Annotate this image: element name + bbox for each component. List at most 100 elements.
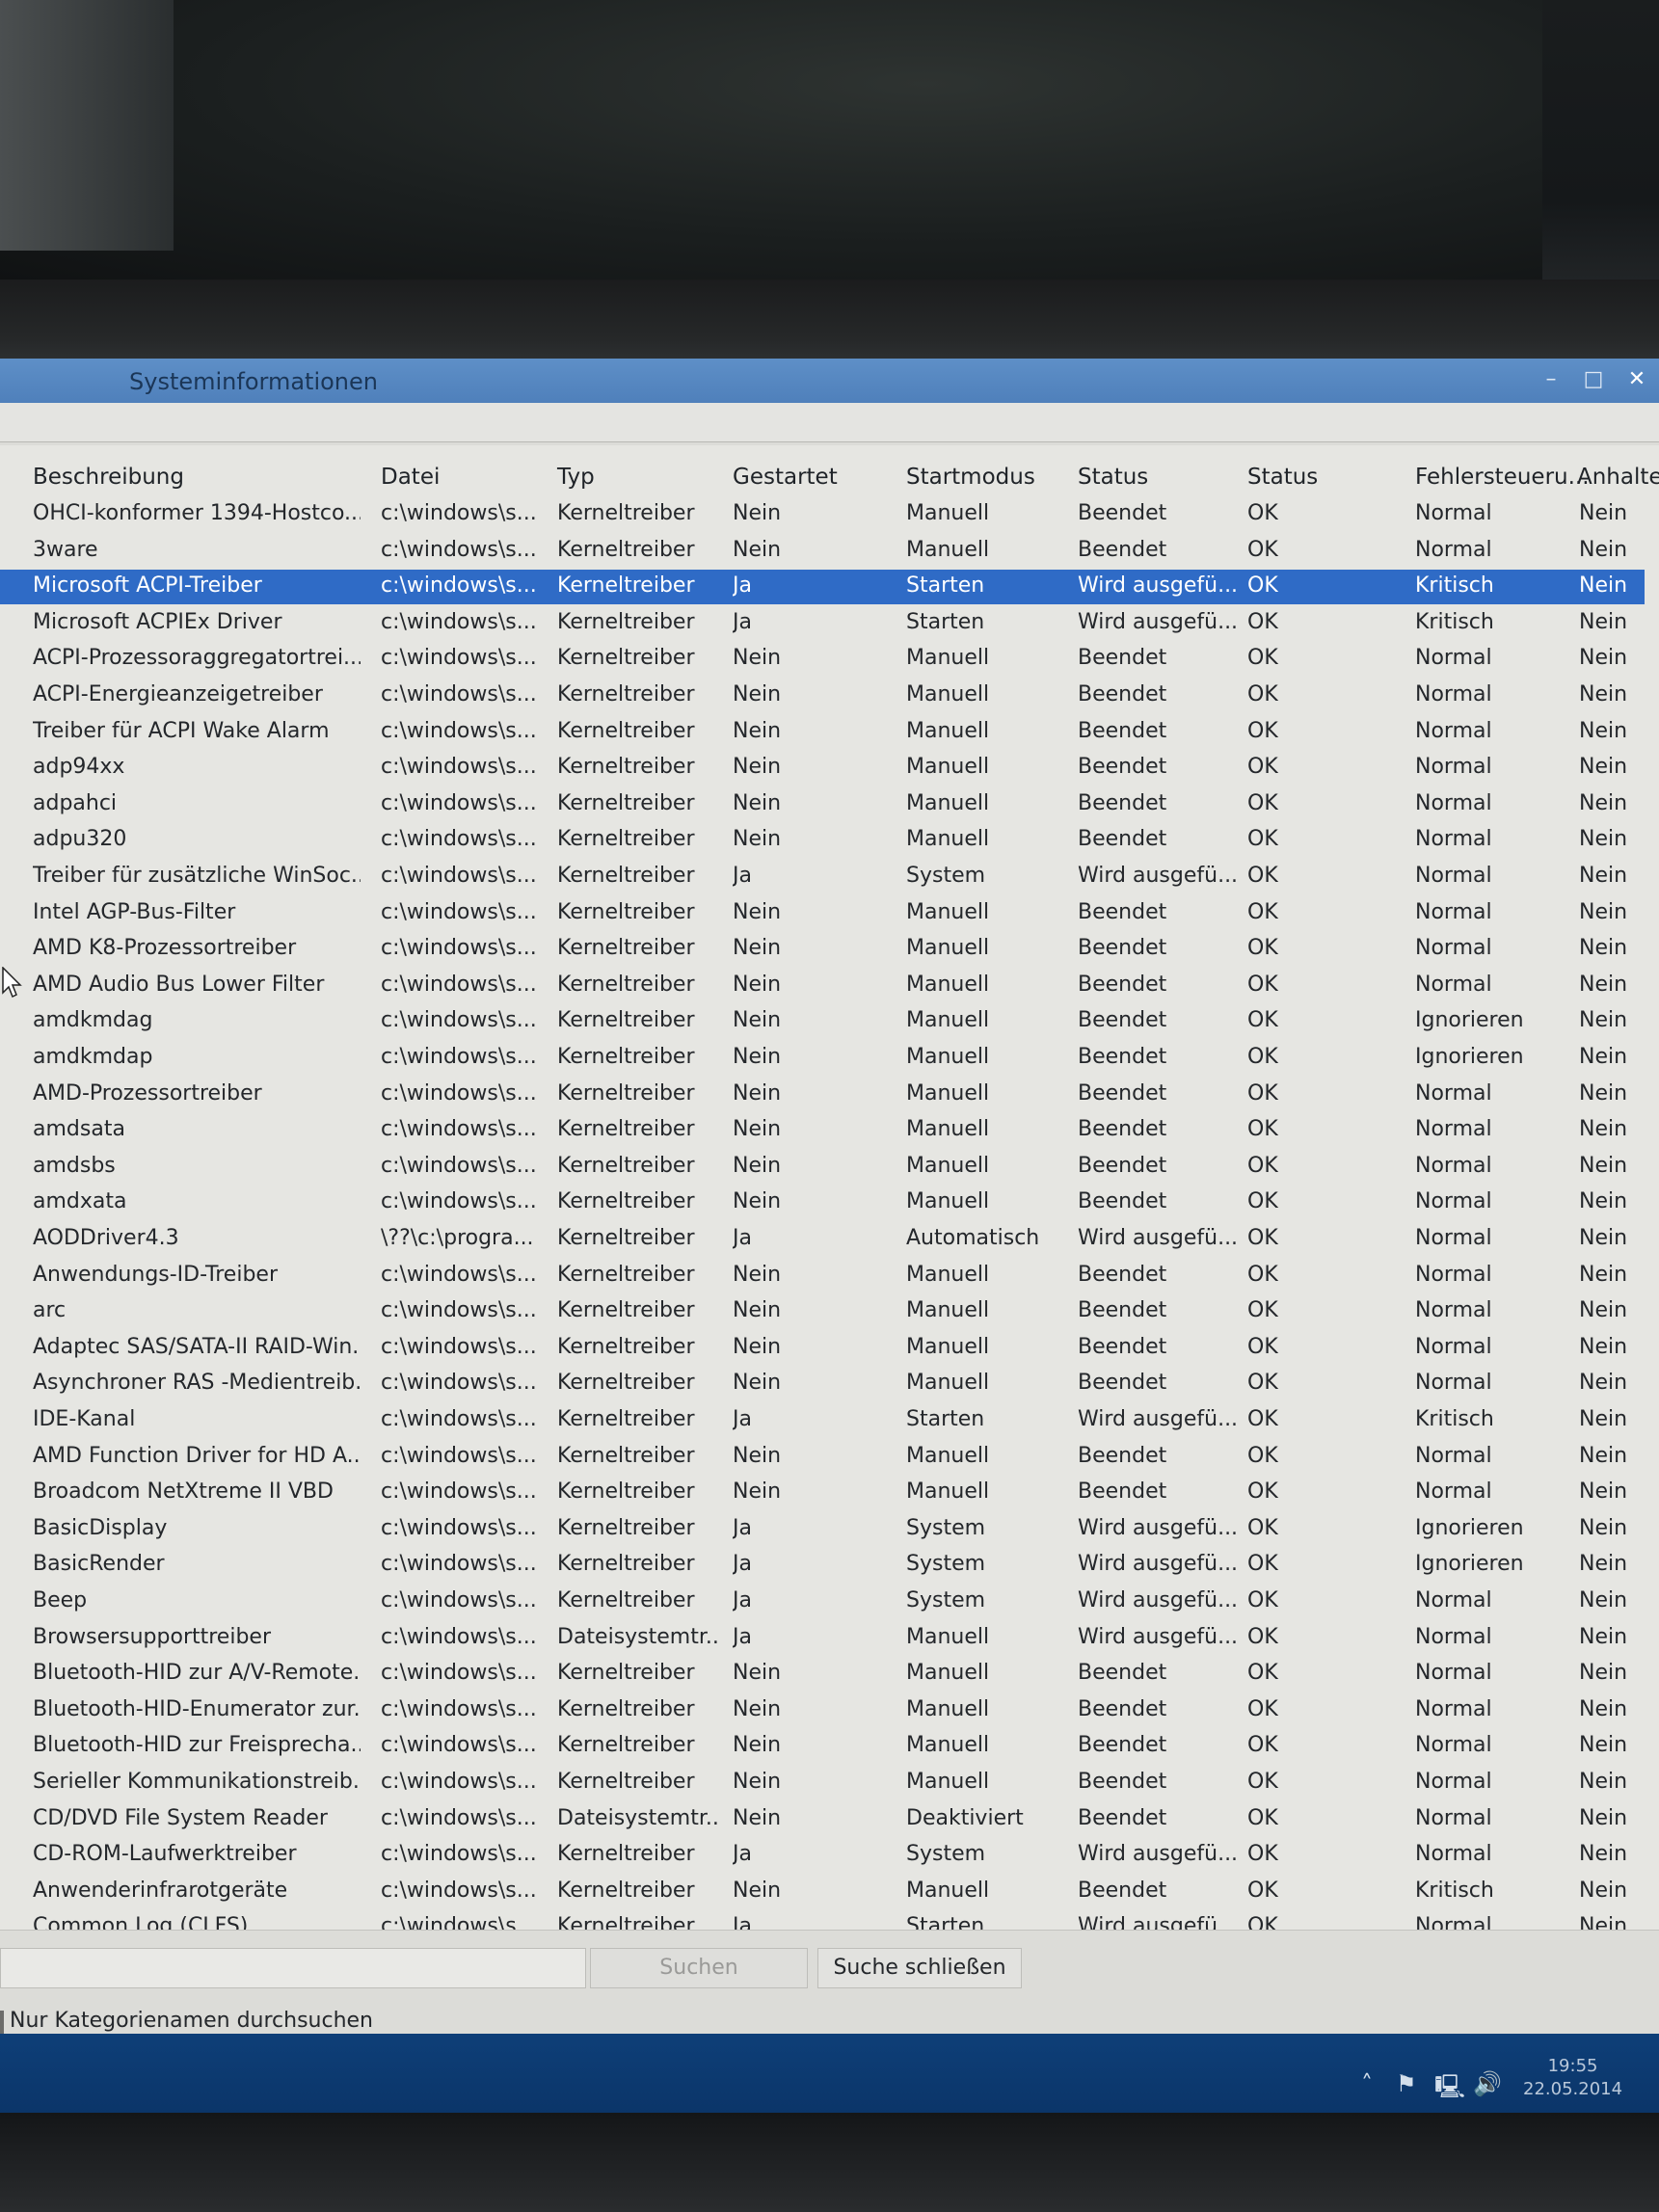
table-row[interactable]: arc c:\windows\s... Kerneltreiber Nein Manue… [0, 1294, 1659, 1329]
column-header-beschreibung[interactable]: Beschreibung [33, 465, 184, 490]
table-row[interactable]: Broadcom NetXtreme II VBD c:\windows\s...… [0, 1476, 1659, 1510]
table-row[interactable]: Bluetooth-HID zur Freisprecha... c:\windo… [0, 1729, 1659, 1764]
table-row[interactable]: Adaptec SAS/SATA-II RAID-Win... c:\window… [0, 1331, 1659, 1366]
table-row[interactable]: amdsbs c:\windows\s... Kerneltreiber Nein Ma… [0, 1150, 1659, 1185]
table-row[interactable]: OHCI-konformer 1394-Hostco... c:\windows\… [0, 497, 1659, 532]
column-header-anhalten[interactable]: Anhalte [1577, 465, 1659, 490]
cell-beschreibung: AMD-Prozessortreiber [33, 1081, 262, 1106]
column-header-fehlersteuerung[interactable]: Fehlersteueru... [1415, 465, 1590, 490]
table-row[interactable]: adp94xx c:\windows\s... Kerneltreiber Nein M… [0, 751, 1659, 786]
column-header-status-2[interactable]: Status [1247, 465, 1318, 490]
table-row[interactable]: ACPI-Prozessoraggregatortrei... c:\window… [0, 642, 1659, 677]
cell-status: Wird ausgefü... [1078, 610, 1239, 634]
cell-typ: Kerneltreiber [557, 1552, 695, 1576]
table-row[interactable]: 3ware c:\windows\s... Kerneltreiber Nein Man… [0, 534, 1659, 569]
cell-gestartet: Ja [733, 573, 752, 598]
cell-status-2: OK [1247, 1625, 1278, 1649]
table-row[interactable]: Treiber für ACPI Wake Alarm c:\windows\s.… [0, 715, 1659, 750]
table-row[interactable]: IDE-Kanal c:\windows\s... Kerneltreiber Ja S… [0, 1403, 1659, 1438]
cell-datei: c:\windows\s... [381, 1661, 537, 1685]
table-row[interactable]: amdkmdap c:\windows\s... Kerneltreiber Nein… [0, 1041, 1659, 1076]
column-header-status[interactable]: Status [1078, 465, 1148, 490]
table-row[interactable]: AMD Function Driver for HD A... c:\window… [0, 1440, 1659, 1475]
table-row[interactable]: Intel AGP-Bus-Filter c:\windows\s... Kerne… [0, 896, 1659, 931]
table-row[interactable]: BasicDisplay c:\windows\s... Kerneltreiber… [0, 1512, 1659, 1547]
cell-startmodus: Manuell [906, 719, 990, 743]
table-row[interactable]: AMD K8-Prozessortreiber c:\windows\s... Ke… [0, 932, 1659, 967]
cell-status: Beendet [1078, 646, 1167, 670]
cell-status: Beendet [1078, 1335, 1167, 1359]
table-row[interactable]: Bluetooth-HID zur A/V-Remote... c:\window… [0, 1657, 1659, 1692]
table-row[interactable]: Asynchroner RAS -Medientreib... c:\window… [0, 1367, 1659, 1401]
table-row[interactable]: ACPI-Energieanzeigetreiber c:\windows\s..… [0, 679, 1659, 713]
cell-anhalten: Nein [1579, 1914, 1628, 1930]
table-row[interactable]: Microsoft ACPI-Treiber c:\windows\s... Ker… [0, 570, 1659, 604]
cell-datei: c:\windows\s... [381, 1806, 537, 1830]
monitor-bezel-bottom [0, 2113, 1659, 2212]
cell-status-2: OK [1247, 1189, 1278, 1213]
cell-beschreibung: ACPI-Energieanzeigetreiber [33, 682, 323, 706]
cell-beschreibung: IDE-Kanal [33, 1407, 136, 1431]
maximize-button[interactable]: □ [1571, 359, 1616, 403]
volume-icon[interactable]: 🔊 [1473, 2070, 1502, 2097]
action-center-flag-icon[interactable]: ⚑ [1396, 2070, 1417, 2097]
table-row[interactable]: Browsersupporttreiber c:\windows\s... Date… [0, 1621, 1659, 1656]
table-row[interactable]: adpu320 c:\windows\s... Kerneltreiber Nein M… [0, 823, 1659, 858]
table-row[interactable]: Beep c:\windows\s... Kerneltreiber Ja System… [0, 1585, 1659, 1619]
show-hidden-icons-icon[interactable]: ˄ [1361, 2070, 1373, 2097]
cell-startmodus: Starten [906, 573, 985, 598]
column-header-startmodus[interactable]: Startmodus [906, 465, 1035, 490]
table-row[interactable]: Microsoft ACPIEx Driver c:\windows\s... Ke… [0, 606, 1659, 641]
driver-list[interactable]: Beschreibung Datei Typ Gestartet Startmo… [0, 445, 1659, 1930]
cell-beschreibung: Intel AGP-Bus-Filter [33, 900, 236, 924]
clock[interactable]: 19:55 22.05.2014 [1523, 2055, 1622, 2101]
cell-gestartet: Nein [733, 1371, 782, 1395]
cell-fehlersteuerung: Normal [1415, 682, 1492, 706]
table-row[interactable]: Serieller Kommunikationstreib... c:\windo… [0, 1766, 1659, 1800]
cell-anhalten: Nein [1579, 538, 1628, 562]
table-row[interactable]: adpahci c:\windows\s... Kerneltreiber Nein M… [0, 787, 1659, 822]
table-row[interactable]: amdxata c:\windows\s... Kerneltreiber Nein M… [0, 1186, 1659, 1220]
table-row[interactable]: Common Log (CLFS) c:\windows\s... Kerneltr… [0, 1910, 1659, 1930]
table-row[interactable]: Anwendungs-ID-Treiber c:\windows\s... Kern… [0, 1259, 1659, 1293]
cell-status-2: OK [1247, 1045, 1278, 1069]
window-titlebar[interactable]: Systeminformationen – □ ✕ [0, 359, 1659, 403]
close-search-button[interactable]: Suche schließen [817, 1948, 1022, 1988]
table-row[interactable]: AODDriver4.3 \??\c:\progra... Kerneltreibe… [0, 1222, 1659, 1257]
network-icon[interactable]: 🖳 [1434, 2070, 1465, 2110]
table-row[interactable]: Treiber für zusätzliche WinSoc... c:\wind… [0, 860, 1659, 894]
column-header-datei[interactable]: Datei [381, 465, 440, 490]
close-button[interactable]: ✕ [1615, 359, 1659, 403]
minimize-button[interactable]: – [1529, 359, 1573, 403]
cell-datei: c:\windows\s... [381, 864, 537, 888]
column-header-gestartet[interactable]: Gestartet [733, 465, 838, 490]
table-row[interactable]: CD/DVD File System Reader c:\windows\s...… [0, 1802, 1659, 1837]
cell-anhalten: Nein [1579, 900, 1628, 924]
table-row[interactable]: Anwenderinfrarotgeräte c:\windows\s... Ker… [0, 1875, 1659, 1909]
column-header-typ[interactable]: Typ [557, 465, 595, 490]
cell-status: Beendet [1078, 1806, 1167, 1830]
table-row[interactable]: amdsata c:\windows\s... Kerneltreiber Nein M… [0, 1113, 1659, 1148]
cell-datei: c:\windows\s... [381, 1298, 537, 1322]
cell-startmodus: System [906, 1516, 986, 1540]
table-row[interactable]: AMD-Prozessortreiber c:\windows\s... Kerne… [0, 1078, 1659, 1112]
table-row[interactable]: CD-ROM-Laufwerktreiber c:\windows\s... Ker… [0, 1838, 1659, 1873]
search-button[interactable]: Suchen [590, 1948, 808, 1988]
mouse-cursor-icon [2, 967, 22, 999]
cell-status: Beendet [1078, 682, 1167, 706]
cell-fehlersteuerung: Normal [1415, 827, 1492, 851]
search-input[interactable] [0, 1948, 586, 1988]
table-row[interactable]: BasicRender c:\windows\s... Kerneltreiber J… [0, 1548, 1659, 1583]
table-row[interactable]: AMD Audio Bus Lower Filter c:\windows\s..… [0, 969, 1659, 1003]
table-row[interactable]: amdkmdag c:\windows\s... Kerneltreiber Nein… [0, 1004, 1659, 1039]
cell-typ: Kerneltreiber [557, 1335, 695, 1359]
cell-gestartet: Nein [733, 1335, 782, 1359]
category-checkbox[interactable] [0, 2011, 4, 2034]
cell-typ: Dateisystemtr... [557, 1806, 721, 1830]
cell-datei: c:\windows\s... [381, 973, 537, 997]
cell-status-2: OK [1247, 1407, 1278, 1431]
cell-anhalten: Nein [1579, 1806, 1628, 1830]
cell-status-2: OK [1247, 1516, 1278, 1540]
cell-fehlersteuerung: Normal [1415, 1479, 1492, 1504]
table-row[interactable]: Bluetooth-HID-Enumerator zur... c:\window… [0, 1693, 1659, 1728]
